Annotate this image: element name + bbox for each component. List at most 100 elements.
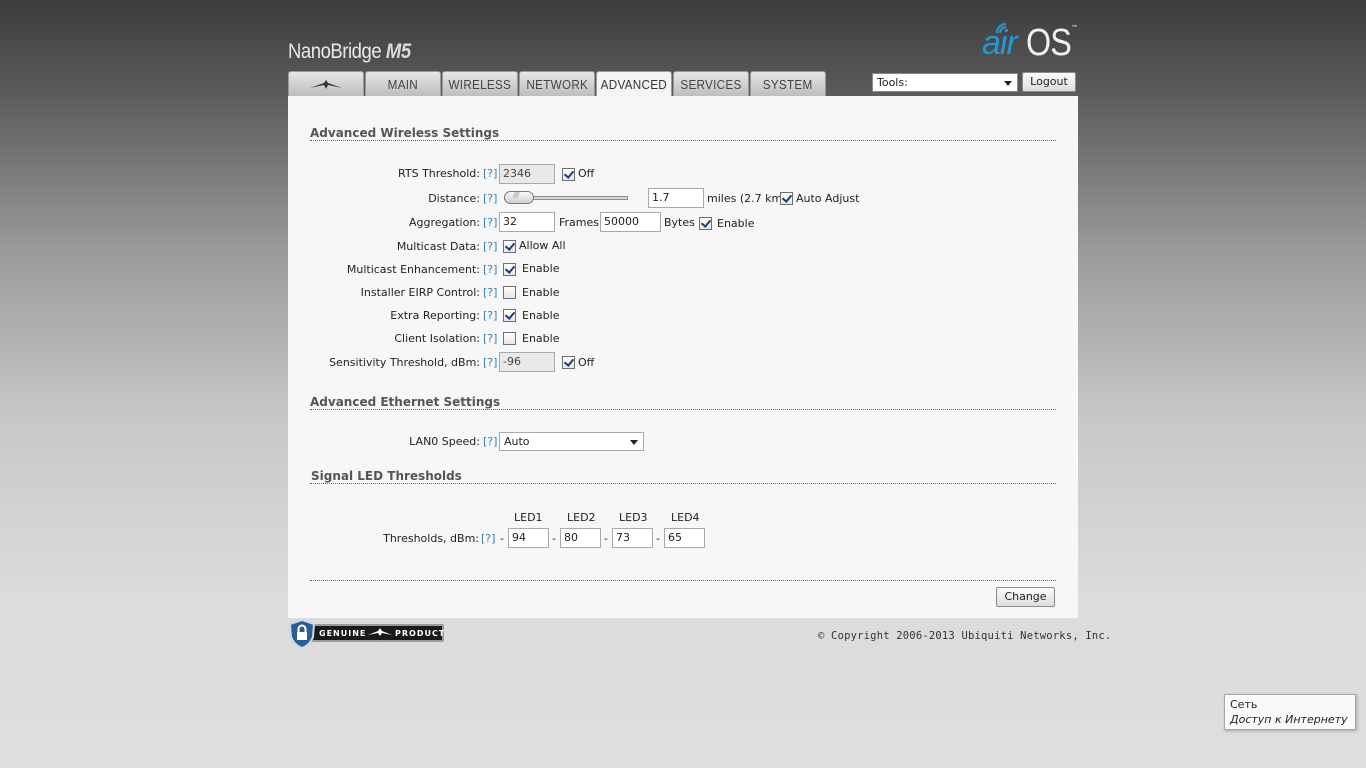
tab-services[interactable]: SERVICES xyxy=(673,71,749,96)
product-model: M5 xyxy=(385,40,411,63)
network-status-popup[interactable]: Сеть Доступ к Интернету xyxy=(1224,694,1356,730)
sensitivity-threshold-label: Sensitivity Threshold, dBm: xyxy=(329,356,480,369)
led1-header: LED1 xyxy=(514,511,543,524)
thresholds-label: Thresholds, dBm: xyxy=(383,532,479,545)
client-isolation-label: Client Isolation: xyxy=(394,332,480,345)
tab-home[interactable] xyxy=(288,71,364,96)
help-link-lan0-speed[interactable]: [?] xyxy=(483,435,497,448)
copyright-text: © Copyright 2006-2013 Ubiquiti Networks,… xyxy=(818,630,1112,642)
help-link-extra-reporting[interactable]: [?] xyxy=(483,309,497,322)
help-link-distance[interactable]: [?] xyxy=(483,192,497,205)
bytes-unit: Bytes xyxy=(664,216,695,229)
product-name: NanoBridge xyxy=(288,40,382,63)
product-text: PRODUCT xyxy=(395,629,446,638)
led1-minus: - xyxy=(500,532,504,545)
help-link-client-isolation[interactable]: [?] xyxy=(483,332,497,345)
logo-os-text: OS xyxy=(1026,22,1072,64)
installer-eirp-enable-label: Enable xyxy=(522,286,560,299)
extra-reporting-enable-label: Enable xyxy=(522,309,560,322)
distance-slider-handle[interactable] xyxy=(504,191,534,204)
tools-dropdown[interactable]: Tools: xyxy=(872,73,1018,92)
sensitivity-off-label: Off xyxy=(578,356,595,369)
tab-services-label: SERVICES xyxy=(680,77,742,92)
sensitivity-threshold-input[interactable]: -96 xyxy=(499,352,555,372)
ubiquiti-logo-icon xyxy=(310,80,342,89)
product-title: NanoBridge M5 xyxy=(288,40,411,64)
client-isolation-enable-label: Enable xyxy=(522,332,560,345)
extra-reporting-checkbox[interactable] xyxy=(503,309,516,322)
help-link-aggregation[interactable]: [?] xyxy=(483,216,497,229)
installer-eirp-checkbox[interactable] xyxy=(503,286,516,299)
tab-advanced-label: ADVANCED xyxy=(600,77,668,92)
rts-off-label: Off xyxy=(578,167,595,180)
genuine-text: GENUINE xyxy=(319,629,367,638)
rts-threshold-label: RTS Threshold: xyxy=(398,167,480,180)
client-isolation-checkbox[interactable] xyxy=(503,332,516,345)
help-link-eirp[interactable]: [?] xyxy=(483,286,497,299)
led4-minus: - xyxy=(656,532,660,545)
tab-main[interactable]: MAIN xyxy=(365,71,441,96)
distance-input[interactable]: 1.7 xyxy=(648,188,704,208)
genuine-product-badge: GENUINE PRODUCT xyxy=(288,619,446,649)
tab-system-label: SYSTEM xyxy=(763,77,813,92)
help-link-sensitivity[interactable]: [?] xyxy=(483,356,497,369)
tab-wireless-label: WIRELESS xyxy=(448,77,512,92)
multicast-enhancement-enable-label: Enable xyxy=(522,262,560,275)
frames-unit: Frames xyxy=(559,216,600,229)
led3-threshold-input[interactable]: 73 xyxy=(612,528,653,548)
rts-threshold-input[interactable]: 2346 xyxy=(499,164,555,184)
section-title-ethernet: Advanced Ethernet Settings xyxy=(310,395,501,409)
section-divider xyxy=(310,483,1056,484)
tab-network-label: NETWORK xyxy=(526,77,588,92)
led4-threshold-input[interactable]: 65 xyxy=(664,528,705,548)
led2-minus: - xyxy=(552,532,556,545)
chevron-down-icon xyxy=(1004,81,1012,86)
led2-threshold-input[interactable]: 80 xyxy=(560,528,601,548)
lock-shield-icon xyxy=(288,619,316,649)
led3-header: LED3 xyxy=(619,511,648,524)
logout-button[interactable]: Logout xyxy=(1022,72,1076,92)
tab-system[interactable]: SYSTEM xyxy=(750,71,826,96)
auto-adjust-checkbox[interactable] xyxy=(780,192,793,205)
help-link-rts[interactable]: [?] xyxy=(483,167,497,180)
lan0-speed-label: LAN0 Speed: xyxy=(409,435,480,448)
multicast-allow-all-label: Allow All xyxy=(519,239,566,252)
aggregation-frames-input[interactable]: 32 xyxy=(499,212,555,232)
logo-air-text: air xyxy=(982,24,1018,62)
distance-unit: miles (2.7 km) xyxy=(707,192,787,205)
distance-label: Distance: xyxy=(428,192,480,205)
aggregation-enable-label: Enable xyxy=(717,217,755,230)
help-link-multicast-data[interactable]: [?] xyxy=(483,240,497,253)
aggregation-bytes-input[interactable]: 50000 xyxy=(600,212,661,232)
tab-network[interactable]: NETWORK xyxy=(519,71,595,96)
change-button[interactable]: Change xyxy=(996,587,1055,607)
lan0-speed-select[interactable]: Auto xyxy=(499,432,644,451)
section-divider xyxy=(310,140,1056,141)
help-link-multicast-enhancement[interactable]: [?] xyxy=(483,263,497,276)
led1-threshold-input[interactable]: 94 xyxy=(508,528,549,548)
bottom-divider xyxy=(310,580,1056,581)
multicast-enhancement-checkbox[interactable] xyxy=(503,263,516,276)
sensitivity-off-checkbox[interactable] xyxy=(562,356,575,369)
ubiquiti-logo-icon xyxy=(368,628,392,636)
multicast-allow-all-checkbox[interactable] xyxy=(503,240,516,253)
help-link-thresholds[interactable]: [?] xyxy=(481,532,495,545)
section-title-wireless: Advanced Wireless Settings xyxy=(310,126,500,140)
installer-eirp-label: Installer EIRP Control: xyxy=(360,286,480,299)
led3-minus: - xyxy=(604,532,608,545)
tools-dropdown-value: Tools: xyxy=(877,76,908,89)
extra-reporting-label: Extra Reporting: xyxy=(390,309,480,322)
aggregation-label: Aggregation: xyxy=(408,216,480,229)
aggregation-enable-checkbox[interactable] xyxy=(699,217,712,230)
multicast-enhancement-label: Multicast Enhancement: xyxy=(346,263,480,276)
tab-advanced[interactable]: ADVANCED xyxy=(596,71,672,97)
tab-wireless[interactable]: WIRELESS xyxy=(442,71,518,96)
network-status: Доступ к Интернету xyxy=(1230,713,1348,726)
trademark-symbol: ™ xyxy=(1071,24,1078,32)
chevron-down-icon xyxy=(630,440,638,445)
section-divider xyxy=(310,409,1056,410)
led2-header: LED2 xyxy=(567,511,596,524)
tab-main-label: MAIN xyxy=(387,77,419,92)
rts-off-checkbox[interactable] xyxy=(562,168,575,181)
auto-adjust-label: Auto Adjust xyxy=(796,192,860,205)
